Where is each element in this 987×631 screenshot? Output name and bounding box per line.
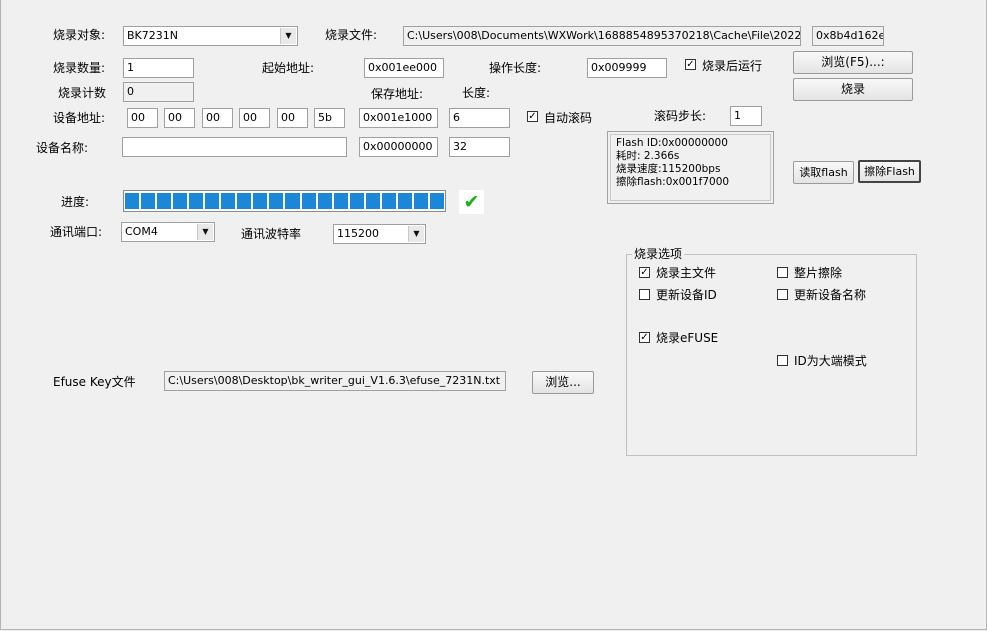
- progress-segment: [333, 193, 348, 209]
- device-addr-save-addr[interactable]: 0x001e1000: [359, 108, 438, 128]
- burn-counter-label: 烧录计数: [58, 86, 107, 100]
- start-addr-input[interactable]: 0x001ee000: [364, 58, 444, 78]
- progress-segment: [157, 193, 172, 209]
- progress-segment: [381, 193, 396, 209]
- progress-segment: [397, 193, 412, 209]
- baud-rate-select[interactable]: 115200 ▼: [333, 224, 426, 244]
- update-device-name-checkbox[interactable]: [777, 289, 788, 300]
- burn-options-title: 烧录选项: [632, 246, 685, 262]
- chevron-down-icon[interactable]: ▼: [408, 226, 424, 242]
- progress-segment: [125, 193, 140, 209]
- auto-roll-checkbox[interactable]: ✓: [527, 111, 538, 122]
- device-name-length[interactable]: 32: [449, 137, 510, 157]
- burn-efuse-label: 烧录eFUSE: [656, 331, 719, 345]
- burn-file-label: 烧录文件:: [325, 28, 378, 42]
- burn-efuse-checkbox[interactable]: ✓: [639, 332, 650, 343]
- device-addr-byte[interactable]: 00: [239, 108, 270, 128]
- op-length-input[interactable]: 0x009999: [587, 58, 667, 78]
- update-device-id-label: 更新设备ID: [656, 288, 717, 302]
- progress-segment: [349, 193, 364, 209]
- progress-segment: [141, 193, 156, 209]
- run-after-burn-label: 烧录后运行: [702, 59, 763, 73]
- efuse-browse-button[interactable]: 浏览...: [532, 371, 594, 394]
- chevron-down-icon[interactable]: ▼: [280, 28, 296, 44]
- comm-port-select[interactable]: COM4 ▼: [121, 222, 215, 242]
- efuse-key-label: Efuse Key文件: [53, 375, 136, 389]
- burn-target-label: 烧录对象:: [53, 28, 106, 42]
- device-addr-label: 设备地址:: [53, 111, 106, 125]
- progress-segment: [173, 193, 188, 209]
- start-addr-label: 起始地址:: [262, 61, 315, 75]
- progress-segment: [429, 193, 444, 209]
- progress-segment: [365, 193, 380, 209]
- device-name-label: 设备名称:: [36, 141, 89, 155]
- roll-step-label: 滚码步长:: [654, 109, 707, 123]
- progress-segment: [237, 193, 252, 209]
- id-big-endian-label: ID为大端模式: [794, 354, 867, 368]
- progress-segment: [285, 193, 300, 209]
- baud-rate-label: 通讯波特率: [241, 227, 302, 241]
- comm-port-value: COM4: [125, 225, 158, 238]
- progress-segment: [253, 193, 268, 209]
- elapsed-time-text: 耗时: 2.366s: [616, 150, 680, 162]
- progress-segment: [221, 193, 236, 209]
- comm-port-label: 通讯端口:: [50, 225, 103, 239]
- progress-label: 进度:: [61, 195, 90, 209]
- burn-options-group: [626, 254, 917, 456]
- progress-segment: [413, 193, 428, 209]
- device-addr-byte[interactable]: 5b: [314, 108, 345, 128]
- burn-main-file-label: 烧录主文件: [656, 266, 717, 280]
- progress-segment: [269, 193, 284, 209]
- flash-id-text: Flash ID:0x00000000: [616, 137, 728, 149]
- burn-target-value: BK7231N: [127, 29, 178, 42]
- run-after-burn-checkbox[interactable]: ✓: [685, 59, 696, 70]
- read-flash-button[interactable]: 读取flash: [793, 161, 854, 184]
- device-addr-byte[interactable]: 00: [127, 108, 158, 128]
- device-name-input[interactable]: [122, 137, 347, 157]
- burn-counter-value: 0: [123, 82, 194, 102]
- baud-rate-value: 115200: [337, 227, 379, 240]
- progress-bar: [123, 190, 446, 212]
- id-big-endian-checkbox[interactable]: [777, 355, 788, 366]
- burn-target-select[interactable]: BK7231N ▼: [123, 26, 298, 46]
- flash-info-panel: Flash ID:0x00000000 耗时: 2.366s 烧录速度:1152…: [607, 131, 774, 204]
- device-addr-byte[interactable]: 00: [277, 108, 308, 128]
- burn-speed-text: 烧录速度:115200bps: [616, 163, 721, 175]
- progress-segment: [189, 193, 204, 209]
- burn-file-path[interactable]: C:\Users\008\Documents\WXWork\1688854895…: [403, 26, 801, 46]
- length-label: 长度:: [462, 86, 491, 100]
- update-device-id-checkbox[interactable]: [639, 289, 650, 300]
- burn-main-file-checkbox[interactable]: ✓: [639, 267, 650, 278]
- burn-button[interactable]: 烧录: [793, 78, 913, 101]
- save-addr-label: 保存地址:: [371, 87, 424, 101]
- device-addr-byte[interactable]: 00: [164, 108, 195, 128]
- auto-roll-label: 自动滚码: [544, 111, 593, 125]
- burn-file-checksum: 0x8b4d162e: [812, 26, 884, 46]
- burn-count-label: 烧录数量:: [53, 61, 106, 75]
- browse-f5-button[interactable]: 浏览(F5)...:: [793, 51, 913, 74]
- op-length-label: 操作长度:: [489, 61, 542, 75]
- erase-flash-text: 擦除flash:0x001f7000: [616, 176, 730, 188]
- progress-segment: [205, 193, 220, 209]
- full-erase-checkbox[interactable]: [777, 267, 788, 278]
- device-name-save-addr[interactable]: 0x00000000: [359, 137, 438, 157]
- chevron-down-icon[interactable]: ▼: [197, 224, 213, 240]
- roll-step-input[interactable]: 1: [730, 106, 762, 126]
- erase-flash-button[interactable]: 擦除Flash: [858, 160, 921, 183]
- device-addr-length[interactable]: 6: [449, 108, 510, 128]
- progress-segment: [317, 193, 332, 209]
- done-check-icon: ✔: [459, 190, 484, 214]
- full-erase-label: 整片擦除: [794, 266, 843, 280]
- update-device-name-label: 更新设备名称: [794, 288, 867, 302]
- progress-segment: [301, 193, 316, 209]
- device-addr-byte[interactable]: 00: [202, 108, 233, 128]
- efuse-key-path[interactable]: C:\Users\008\Desktop\bk_writer_gui_V1.6.…: [164, 371, 506, 391]
- burn-count-input[interactable]: 1: [123, 58, 194, 78]
